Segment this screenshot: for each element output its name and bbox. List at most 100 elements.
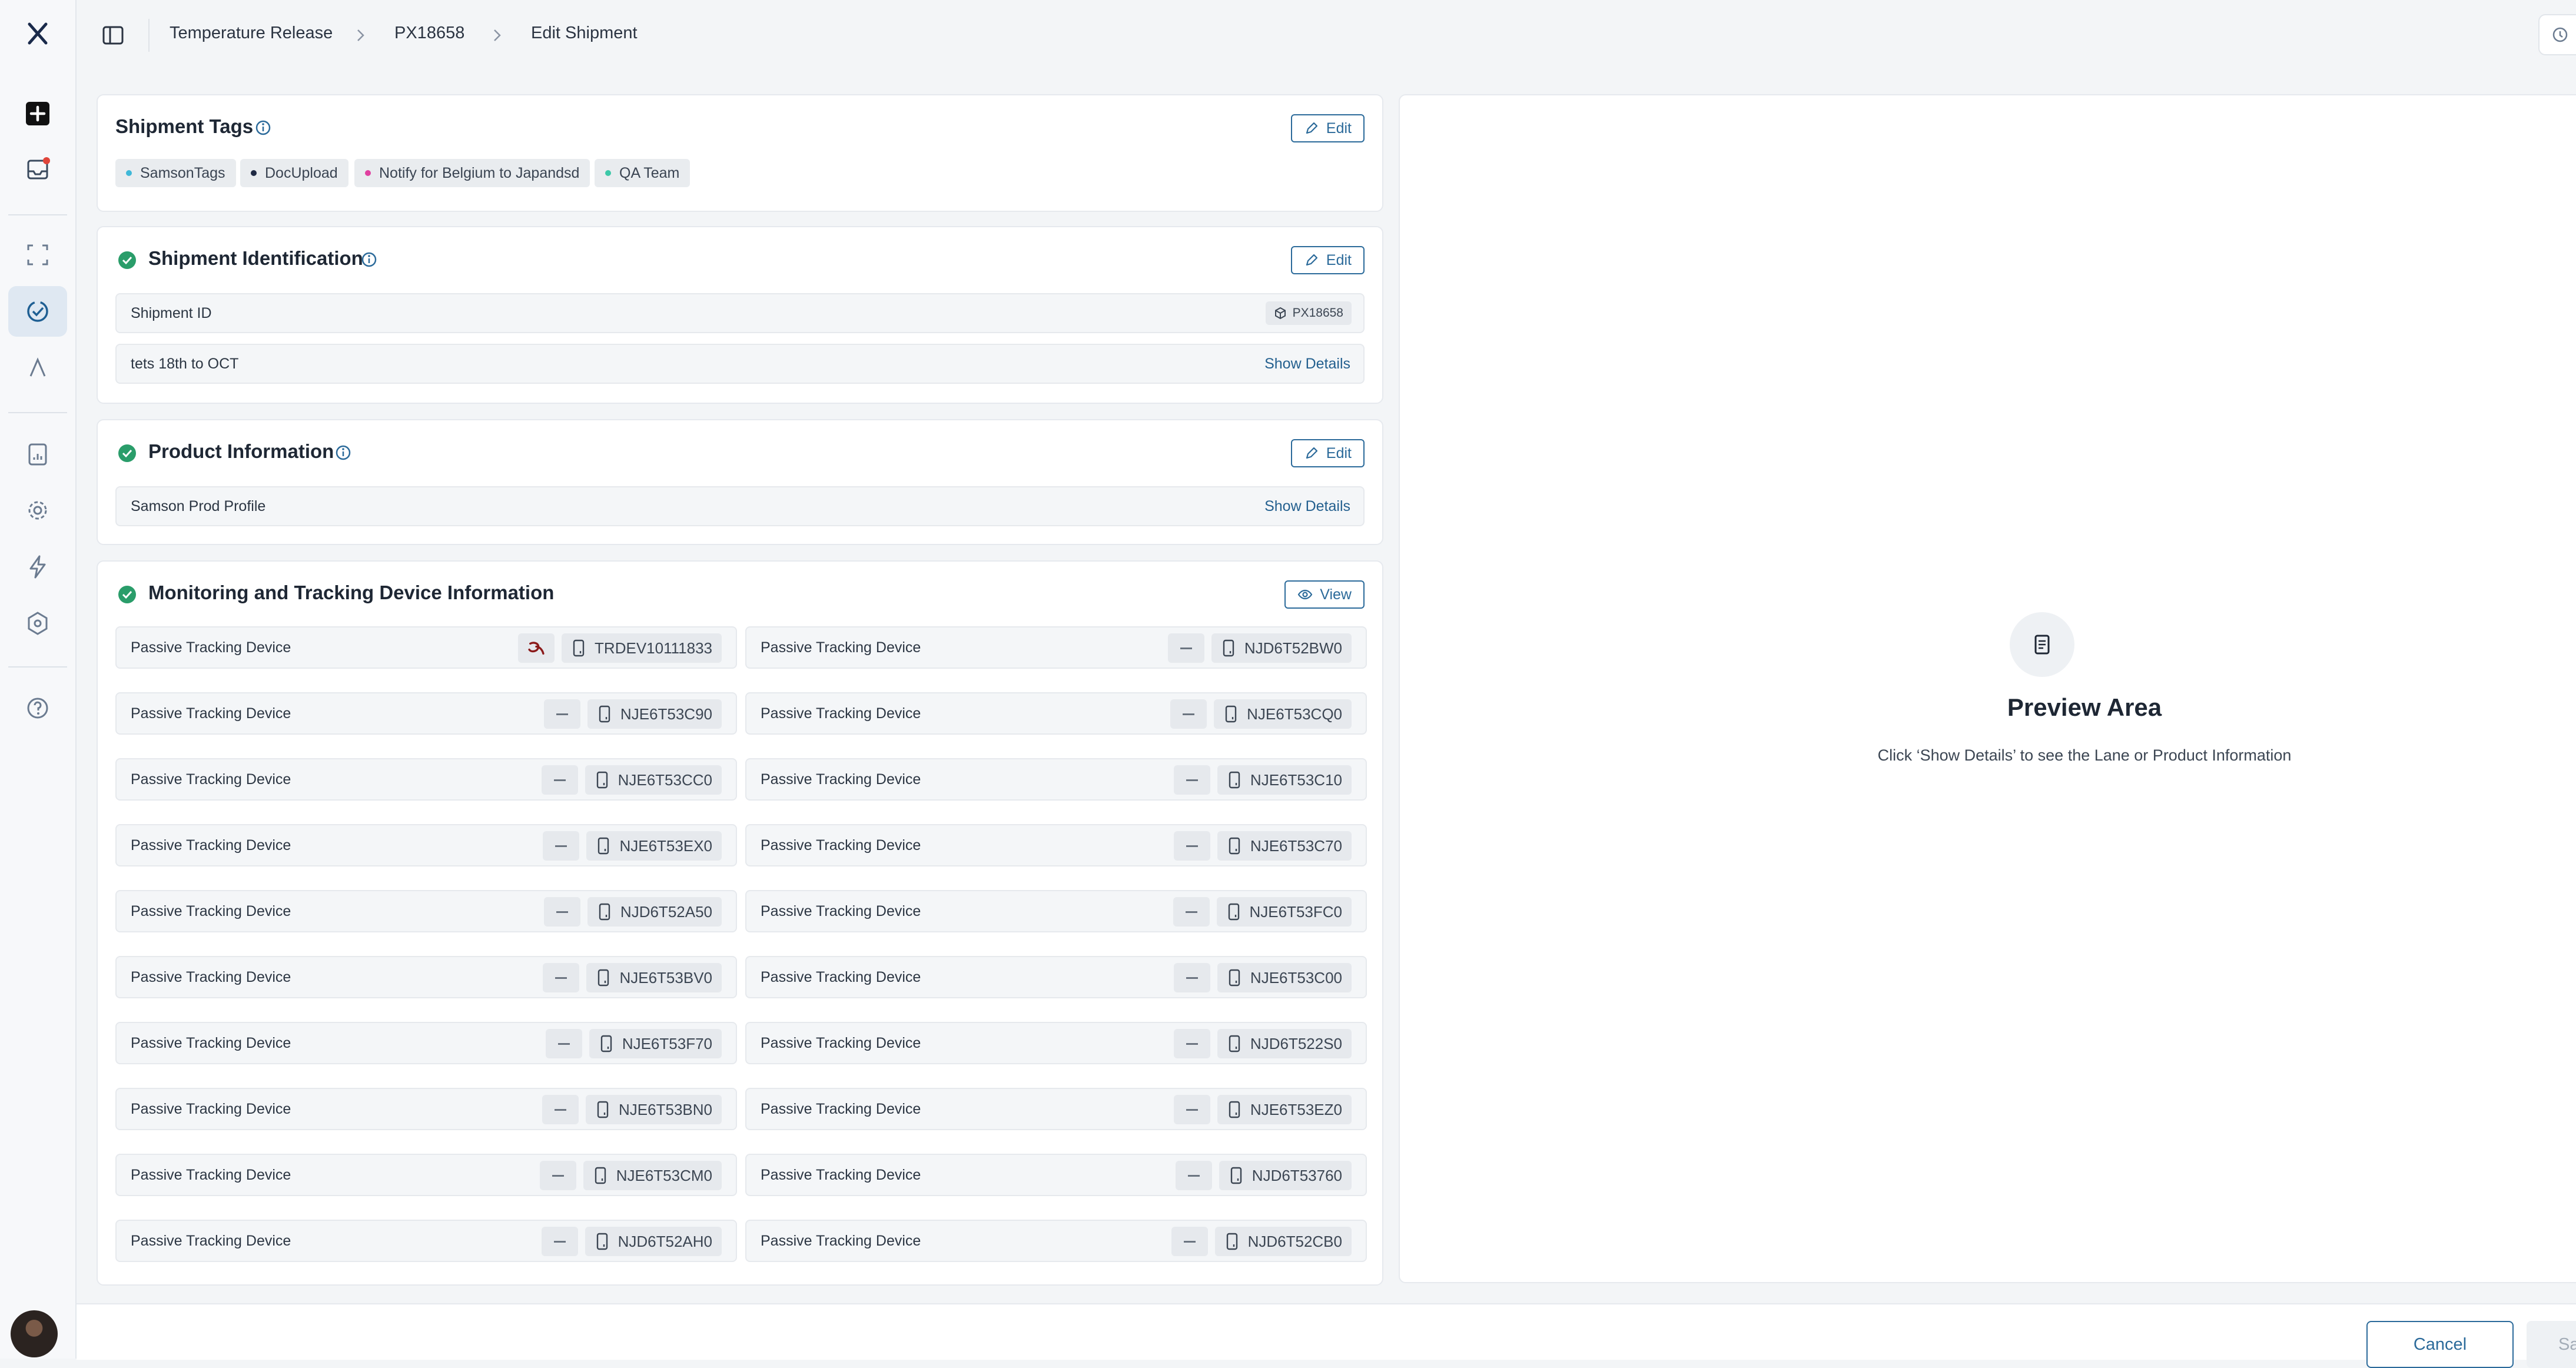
device-type-label: Passive Tracking Device <box>761 969 921 985</box>
empty-provider-icon <box>541 765 578 795</box>
device-serial: NJD6T53760 <box>1252 1166 1342 1184</box>
release-nav-item[interactable] <box>8 286 67 337</box>
device-type-label: Passive Tracking Device <box>761 903 921 919</box>
device-type-label: Passive Tracking Device <box>131 903 291 919</box>
device-icon <box>1230 1167 1241 1184</box>
device-row: Passive Tracking Device NJD6T52CB0 <box>745 1220 1367 1262</box>
info-icon[interactable] <box>334 444 352 461</box>
monitoring-card: Monitoring and Tracking Device Informati… <box>97 560 1383 1286</box>
device-serial: NJD6T52CB0 <box>1247 1232 1342 1250</box>
device-serial-chip: NJE6T53CM0 <box>583 1161 722 1190</box>
chevron-right-icon <box>494 29 501 41</box>
preview-panel: Preview Area Click ‘Show Details’ to see… <box>1399 94 2576 1283</box>
device-type-label: Passive Tracking Device <box>131 705 291 722</box>
empty-provider-icon <box>1173 765 1210 795</box>
edit-identification-button[interactable]: Edit <box>1290 246 1365 274</box>
tag-dot <box>126 170 132 176</box>
empty-provider-icon <box>543 963 580 992</box>
device-type-label: Passive Tracking Device <box>761 639 921 656</box>
device-serial: NJE6T53FC0 <box>1249 902 1343 921</box>
device-serial-chip: NJE6T53CQ0 <box>1214 699 1352 729</box>
device-row: Passive Tracking Device NJE6T53BV0 <box>115 956 737 998</box>
edit-tags-button[interactable]: Edit <box>1290 114 1365 142</box>
breadcrumb-temperature-release[interactable]: Temperature Release <box>170 24 333 43</box>
device-icon <box>599 903 610 921</box>
pencil-icon <box>1306 447 1318 459</box>
empty-provider-icon <box>1175 1161 1212 1190</box>
check-circle-icon <box>118 251 136 269</box>
empty-provider-icon <box>545 1029 582 1058</box>
device-type-label: Passive Tracking Device <box>761 771 921 788</box>
device-icon <box>596 771 608 789</box>
settings-nav-item[interactable] <box>8 485 67 536</box>
empty-provider-icon <box>1173 831 1210 861</box>
device-serial: NJE6T53BV0 <box>619 968 712 987</box>
lightning-icon <box>29 555 46 579</box>
info-icon[interactable] <box>254 119 272 137</box>
edit-product-button[interactable]: Edit <box>1290 439 1365 467</box>
device-type-label: Passive Tracking Device <box>131 1167 291 1183</box>
tag-dot <box>365 170 371 176</box>
device-serial-chip: NJE6T53C10 <box>1217 765 1352 795</box>
info-icon[interactable] <box>360 251 378 268</box>
device-serial-chip: NJD6T52AH0 <box>585 1227 722 1256</box>
tag-dot <box>251 170 257 176</box>
device-row: Passive Tracking Device NJE6T53C00 <box>745 956 1367 998</box>
device-row: Passive Tracking Device NJE6T53EZ0 <box>745 1088 1367 1130</box>
device-serial: NJE6T53CC0 <box>618 771 712 789</box>
device-icon <box>1223 639 1234 657</box>
device-type-label: Passive Tracking Device <box>131 969 291 985</box>
sidebar-toggle-icon[interactable] <box>100 22 126 48</box>
inbox-button[interactable] <box>8 144 67 194</box>
view-devices-button[interactable]: View <box>1284 580 1365 609</box>
device-serial: NJE6T53CQ0 <box>1247 705 1342 723</box>
reports-nav-item[interactable] <box>8 429 67 479</box>
shipment-identification-card: Shipment Identification Edit Shipment ID… <box>97 226 1383 404</box>
product-profile-row: Samson Prod Profile Show Details <box>115 486 1365 526</box>
empty-provider-icon <box>543 897 580 927</box>
device-serial-chip: NJE6T53BN0 <box>586 1095 722 1124</box>
chevron-right-icon <box>357 29 364 41</box>
device-row: Passive Tracking Device NJD6T522S0 <box>745 1022 1367 1064</box>
empty-provider-icon <box>1167 633 1204 663</box>
device-icon <box>598 969 609 987</box>
device-type-label: Passive Tracking Device <box>131 1035 291 1051</box>
config-nav-item[interactable] <box>8 598 67 649</box>
device-type-label: Passive Tracking Device <box>761 705 921 722</box>
lane-row: tets 18th to OCT Show Details <box>115 344 1365 384</box>
analytics-nav-item[interactable] <box>8 343 67 393</box>
device-serial-chip: NJE6T53EX0 <box>586 831 722 861</box>
product-profile-label: Samson Prod Profile <box>131 498 266 514</box>
preview-title: Preview Area <box>2007 693 2162 721</box>
device-serial-chip: NJE6T53C70 <box>1217 831 1352 861</box>
device-serial-chip: NJE6T53BV0 <box>586 963 722 992</box>
cancel-button[interactable]: Cancel <box>2366 1321 2514 1368</box>
device-type-label: Passive Tracking Device <box>761 1233 921 1249</box>
avatar[interactable] <box>11 1310 58 1357</box>
shipment-id-chip: PX18658 <box>1265 301 1352 325</box>
device-serial: NJD6T522S0 <box>1250 1034 1342 1052</box>
provider-logo-icon <box>518 633 555 663</box>
empty-provider-icon <box>543 699 580 729</box>
scan-nav-item[interactable] <box>8 230 67 280</box>
create-button[interactable] <box>8 88 67 139</box>
history-button[interactable] <box>2538 14 2576 55</box>
package-icon <box>1274 307 1286 320</box>
device-serial-chip: NJE6T53C00 <box>1217 963 1352 992</box>
empty-provider-icon <box>1173 1095 1210 1124</box>
device-row: Passive Tracking Device TRDEV10111833 <box>115 626 737 669</box>
app-logo[interactable] <box>8 8 67 59</box>
lambda-icon <box>29 357 46 377</box>
shipment-tags-card: Shipment Tags Edit SamsonTags DocUpload … <box>97 94 1383 212</box>
lane-show-details-link[interactable]: Show Details <box>1264 356 1350 373</box>
product-show-details-link[interactable]: Show Details <box>1264 498 1350 515</box>
device-row: Passive Tracking Device NJE6T53CQ0 <box>745 692 1367 735</box>
breadcrumb-shipment[interactable]: PX18658 <box>394 24 464 43</box>
save-button[interactable]: Sav <box>2527 1321 2576 1368</box>
help-nav-item[interactable] <box>8 683 67 733</box>
device-icon <box>600 1035 612 1052</box>
eye-icon <box>1297 589 1313 600</box>
automation-nav-item[interactable] <box>8 542 67 592</box>
device-row: Passive Tracking Device NJE6T53CM0 <box>115 1154 737 1196</box>
pencil-icon <box>1306 122 1318 134</box>
